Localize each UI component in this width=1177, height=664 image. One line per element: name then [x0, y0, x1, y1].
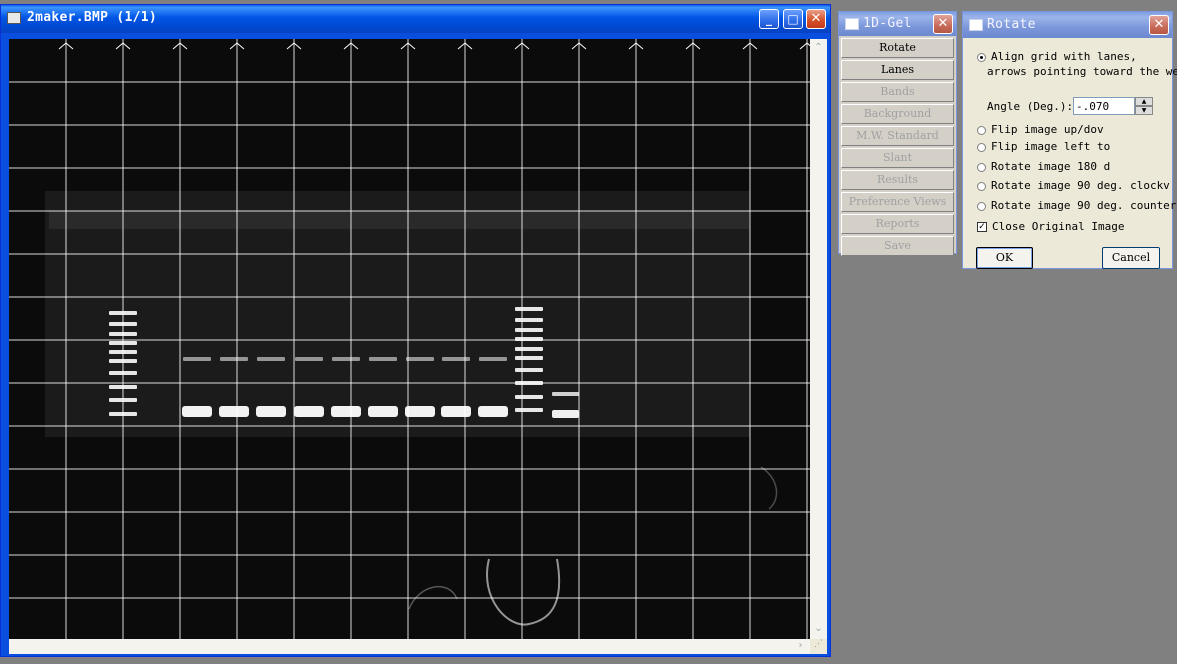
ladder-band [515, 408, 543, 412]
toolbox-window-icon [845, 18, 859, 30]
option-label: Flip image left to [991, 140, 1111, 153]
tool-reports-button[interactable]: Reports [841, 214, 954, 234]
upper-band [369, 357, 397, 361]
tool-bands-button[interactable]: Bands [841, 82, 954, 102]
rotate-title: Rotate [987, 17, 1036, 32]
main-band [294, 406, 324, 417]
ladder-band [515, 328, 543, 332]
scroll-up-icon[interactable]: ⌃ [812, 41, 825, 55]
maximize-button[interactable]: □ [783, 9, 803, 29]
option-label: Rotate image 180 d [991, 160, 1111, 173]
flip-up-down-option[interactable]: Flip image up/dov [977, 123, 1104, 136]
vertical-scrollbar[interactable]: ⌃ ⌄ [810, 39, 827, 639]
align-grid-option[interactable]: Align grid with lanes, [977, 50, 1137, 63]
align-line-2: arrows pointing toward the we [987, 65, 1177, 78]
radio-icon[interactable] [977, 125, 986, 135]
upper-band [183, 357, 211, 361]
main-band [331, 406, 361, 417]
ladder-band [515, 395, 543, 399]
tool-save-button[interactable]: Save [841, 236, 954, 256]
upper-band [552, 392, 579, 396]
close-original-checkbox[interactable]: ✓ Close Original Image [977, 220, 1124, 233]
tool-slant-button[interactable]: Slant [841, 148, 954, 168]
spin-down-icon[interactable]: ▼ [1135, 106, 1153, 115]
rotate-dialog-body: Align grid with lanes, arrows pointing t… [967, 40, 1177, 269]
radio-icon[interactable] [977, 181, 986, 191]
main-band [256, 406, 286, 417]
rotate-close-button[interactable]: ✕ [1149, 15, 1169, 35]
gel-window-titlebar[interactable]: 2maker.BMP (1/1) _ □ ✕ [1, 5, 830, 33]
tool-results-button[interactable]: Results [841, 170, 954, 190]
upper-band [332, 357, 360, 361]
spin-up-icon[interactable]: ▲ [1135, 97, 1153, 106]
horizontal-scrollbar[interactable]: › [9, 639, 810, 654]
ladder-band [515, 307, 543, 311]
gel-window-title: 2maker.BMP (1/1) [27, 10, 158, 25]
ladder-band [515, 347, 543, 351]
toolbox-title: 1D-Gel [863, 16, 912, 31]
main-band [478, 406, 508, 417]
main-band [182, 406, 212, 417]
upper-band [257, 357, 285, 361]
radio-selected-icon[interactable] [977, 52, 986, 62]
minimize-button[interactable]: _ [759, 9, 779, 29]
rotate-titlebar[interactable]: Rotate ✕ [963, 12, 1172, 38]
radio-icon[interactable] [977, 142, 986, 152]
option-label: Rotate image 90 deg. counterc [991, 199, 1177, 212]
tool-preference-views-button[interactable]: Preference Views [841, 192, 954, 212]
main-band [405, 406, 435, 417]
toolbox-titlebar[interactable]: 1D-Gel ✕ [839, 12, 956, 36]
close-original-label: Close Original Image [992, 220, 1125, 233]
upper-band [220, 357, 248, 361]
upper-band [406, 357, 434, 361]
tool-background-button[interactable]: Background [841, 104, 954, 124]
checkmark-icon[interactable]: ✓ [977, 222, 987, 232]
tool-lanes-button[interactable]: Lanes [841, 60, 954, 80]
upper-band [442, 357, 470, 361]
option-label: Rotate image 90 deg. clockv [991, 179, 1170, 192]
rotate-180-option[interactable]: Rotate image 180 d [977, 160, 1110, 173]
gel-image[interactable] [9, 39, 810, 639]
image-window-icon [7, 12, 21, 24]
gel-toolbox-window: 1D-Gel ✕ Rotate Lanes Bands Background M… [838, 11, 957, 256]
flip-left-right-option[interactable]: Flip image left to [977, 140, 1110, 153]
toolbox-button-list: Rotate Lanes Bands Background M.W. Stand… [841, 38, 954, 258]
ladder-band [515, 368, 543, 372]
main-band [219, 406, 249, 417]
scroll-right-icon[interactable]: › [794, 639, 807, 653]
gel-canvas-area: ⌃ ⌄ › ⋰ [9, 39, 827, 654]
ladder-band [515, 318, 543, 322]
cancel-button[interactable]: Cancel [1102, 247, 1160, 269]
gel-image-window: 2maker.BMP (1/1) _ □ ✕ ⌃ ⌄ › ⋰ [0, 4, 831, 657]
rotate-90-ccw-option[interactable]: Rotate image 90 deg. counterc [977, 199, 1177, 212]
main-band [441, 406, 471, 417]
main-band [368, 406, 398, 417]
align-line-1: Align grid with lanes, [991, 50, 1137, 63]
ok-button[interactable]: OK [976, 247, 1033, 269]
upper-band [295, 357, 323, 361]
rotate-90-cw-option[interactable]: Rotate image 90 deg. clockv [977, 179, 1170, 192]
main-band [552, 410, 579, 418]
option-label: Flip image up/dov [991, 123, 1104, 136]
resize-grip-icon[interactable]: ⋰ [810, 639, 827, 654]
scroll-down-icon[interactable]: ⌄ [812, 622, 825, 636]
angle-input[interactable] [1073, 97, 1135, 115]
radio-icon[interactable] [977, 162, 986, 172]
tool-mw-standard-button[interactable]: M.W. Standard [841, 126, 954, 146]
angle-spinner[interactable]: ▲ ▼ [1135, 97, 1153, 116]
tool-rotate-button[interactable]: Rotate [841, 38, 954, 58]
upper-band [479, 357, 507, 361]
rotate-dialog: Rotate ✕ Align grid with lanes, arrows p… [962, 11, 1177, 269]
ladder-band [515, 356, 543, 360]
radio-icon[interactable] [977, 201, 986, 211]
toolbox-close-button[interactable]: ✕ [933, 14, 953, 34]
close-button[interactable]: ✕ [806, 9, 826, 29]
angle-label: Angle (Deg.): [987, 100, 1074, 113]
rotate-window-icon [969, 19, 983, 31]
